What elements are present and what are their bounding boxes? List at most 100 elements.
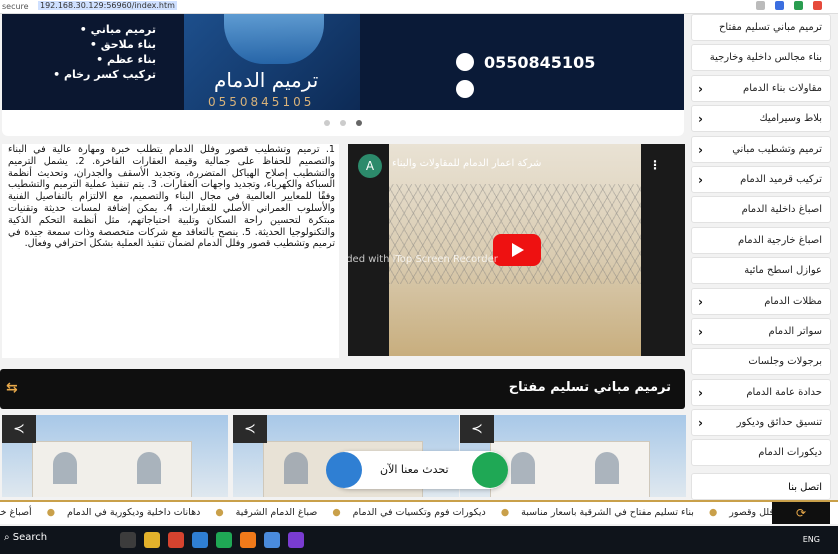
star-icon[interactable] [756, 1, 765, 10]
sidebar-item[interactable]: تنسيق حدائق وديكور ‹ [691, 409, 831, 437]
sidebar-item[interactable]: مظلات الدمام ‹ [691, 287, 831, 315]
browser-toolbar-icons [756, 1, 822, 10]
chevron-icon[interactable]: ‹ [698, 82, 703, 96]
carousel-dots [324, 120, 362, 126]
villa-image [490, 441, 650, 497]
ticker-separator: ● [708, 507, 718, 518]
sidebar-item[interactable]: ترميم مباني تسليم مفتاح [691, 14, 831, 41]
sidebar-item[interactable]: اصباغ داخلية الدمام [691, 196, 831, 224]
arrows-icon[interactable]: ⇆ [6, 380, 18, 396]
app-icon[interactable] [240, 532, 256, 548]
taskbar-apps [120, 532, 304, 548]
video-title[interactable]: شركة اعمار الدمام للمقاولات والبناء [392, 158, 541, 169]
banner-contact: 0550845105 [360, 14, 684, 110]
sidebar-item[interactable]: سواتر الدمام ‹ [691, 317, 831, 345]
language-indicator[interactable]: ENG [803, 535, 820, 544]
sidebar-item-label: تركيب قرميد الدمام [740, 173, 822, 185]
sidebar-item-label: حدادة عامة الدمام [746, 386, 822, 398]
chevron-icon[interactable]: ‹ [698, 295, 703, 309]
app-icon[interactable] [192, 532, 208, 548]
url-field[interactable]: 192.168.30.129:56960/index.htm [38, 1, 177, 10]
extension-icon[interactable] [794, 1, 803, 10]
whatsapp-icon[interactable] [472, 452, 508, 488]
app-icon[interactable] [264, 532, 280, 548]
sidebar-item[interactable]: ترميم وتشطيب مباني ‹ [691, 135, 831, 163]
sidebar-item-label: بلاط وسيراميك [759, 113, 823, 125]
more-icon[interactable]: ⋮ [649, 158, 661, 172]
sidebar-item[interactable]: اصباغ خارجية الدمام [691, 226, 831, 254]
phone-call-icon[interactable] [326, 452, 362, 488]
sidebar-item-label: تنسيق حدائق وديكور [736, 417, 822, 429]
chevron-icon[interactable]: ‹ [698, 325, 703, 339]
sidebar-item-label: ترميم مباني تسليم مفتاح [718, 22, 822, 33]
sidebar-item-label: مقاولات بناء الدمام [743, 82, 822, 94]
sidebar-item[interactable]: مقاولات بناء الدمام ‹ [691, 74, 831, 102]
share-icon[interactable]: ≺ [460, 415, 494, 443]
sidebar-item-label: برجولات وجلسات [748, 356, 822, 368]
chat-label[interactable]: تحدث معنا الآن [380, 463, 449, 476]
app-icon[interactable] [168, 532, 184, 548]
carousel-dot[interactable] [324, 120, 330, 126]
hero-banner[interactable]: ترميم مباني بناء ملاحق بناء عظم تركيب كس… [2, 14, 684, 110]
banner-service: بناء ملاحق [2, 37, 156, 52]
sidebar-item[interactable]: حدادة عامة الدمام ‹ [691, 378, 831, 406]
carousel-footer [2, 110, 684, 136]
ticker-toggle-icon[interactable]: ⟳ [772, 502, 830, 524]
sidebar-item-label: اصباغ داخلية الدمام [741, 204, 822, 216]
app-icon[interactable] [144, 532, 160, 548]
os-taskbar: ⌕ Search ENG [0, 526, 838, 554]
ticker-item[interactable]: دهانات داخلية وديكورية في الدمام [67, 507, 200, 518]
secure-label: secure [2, 2, 29, 11]
chevron-icon[interactable]: ‹ [698, 112, 703, 126]
ticker-item[interactable]: فلل وقصور [729, 507, 774, 518]
ticker-item[interactable]: بناء تسليم مفتاح في الشرقية باسعار مناسب… [521, 507, 694, 518]
sidebar-item-label: اصباغ خارجية الدمام [738, 234, 822, 246]
sidebar-item-label: ترميم وتشطيب مباني [732, 143, 822, 155]
banner-contact-phone: 0550845105 [484, 53, 596, 72]
sidebar-item[interactable]: بلاط وسيراميك ‹ [691, 105, 831, 133]
sidebar-item[interactable]: عوازل اسطح مائية [691, 257, 831, 285]
sidebar-item-label: ديكورات الدمام [758, 447, 822, 459]
banner-service: تركيب كسر رخام [2, 67, 156, 82]
news-ticker: فلل وقصور ● بناء تسليم مفتاح في الشرقية ب… [0, 500, 838, 524]
channel-avatar[interactable]: A [358, 154, 382, 178]
project-card[interactable]: ≺ [2, 415, 228, 497]
section-title: ترميم مباني تسليم مفتاح [508, 380, 671, 395]
ticker-separator: ● [215, 507, 224, 518]
ticker-separator: ● [46, 507, 55, 518]
ticker-separator: ● [332, 507, 341, 518]
sidebar-menu: ترميم مباني تسليم مفتاح بناء مجالس داخلي… [691, 14, 831, 470]
video-player[interactable]: A شركة اعمار الدمام للمقاولات والبناء ⋮ … [348, 144, 685, 356]
sidebar-item[interactable]: بناء مجالس داخلية وخارجية [691, 44, 831, 72]
ticker-item[interactable]: صباغ الدمام الشرقية [236, 507, 318, 518]
chevron-icon[interactable]: ‹ [698, 386, 703, 400]
carousel-dot[interactable] [340, 120, 346, 126]
share-icon[interactable]: ≺ [2, 415, 36, 443]
taskbar-search[interactable]: ⌕ Search [4, 532, 47, 543]
extension-icon[interactable] [775, 1, 784, 10]
banner-brand-phone: 0550845105 [208, 95, 315, 109]
carousel-dot-active[interactable] [356, 120, 362, 126]
chat-bar[interactable]: تحدث معنا الآن [326, 451, 508, 489]
play-button[interactable] [493, 234, 541, 266]
extension-icon[interactable] [813, 1, 822, 10]
app-icon[interactable] [288, 532, 304, 548]
phone-icon [456, 53, 474, 71]
browser-address-bar[interactable]: secure 192.168.30.129:56960/index.htm [0, 0, 838, 14]
sidebar-item[interactable]: برجولات وجلسات [691, 348, 831, 376]
ticker-item[interactable]: أصباغ خار [0, 507, 32, 518]
banner-brand-title: ترميم الدمام [214, 68, 319, 92]
chevron-icon[interactable]: ‹ [698, 143, 703, 157]
sidebar-item[interactable]: تركيب قرميد الدمام ‹ [691, 165, 831, 193]
sidebar-item[interactable]: ديكورات الدمام [691, 439, 831, 467]
app-icon[interactable] [216, 532, 232, 548]
sidebar-item-label: بناء مجالس داخلية وخارجية [709, 52, 822, 64]
share-icon[interactable]: ≺ [233, 415, 267, 443]
ticker-item[interactable]: ديكورات فوم وتكسيات في الدمام [353, 507, 486, 518]
chevron-icon[interactable]: ‹ [698, 173, 703, 187]
chevron-icon[interactable]: ‹ [698, 416, 703, 430]
globe-icon [456, 80, 474, 98]
app-icon[interactable] [120, 532, 136, 548]
sidebar-item-contact[interactable]: اتصل بنا [691, 473, 831, 500]
banner-service: بناء عظم [2, 52, 156, 67]
